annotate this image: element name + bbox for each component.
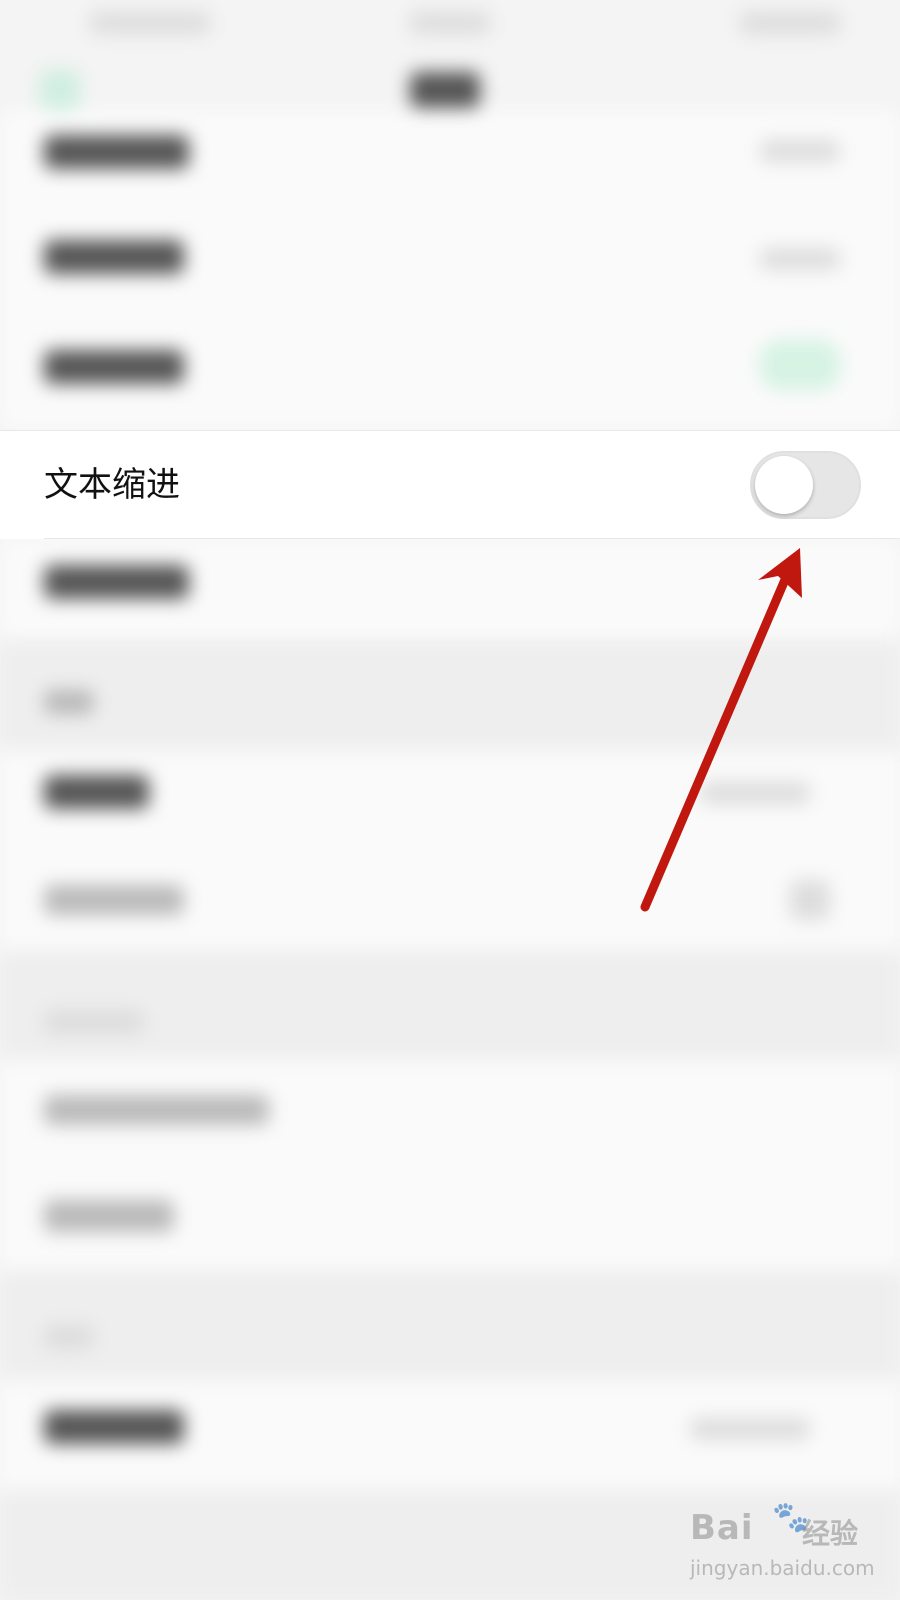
nav-title-blur (410, 72, 480, 108)
settings-card-blur (0, 1060, 900, 1270)
row-label-blur (44, 565, 189, 599)
toggle-blur (760, 340, 840, 390)
section-gap-blur (0, 640, 900, 750)
row-label-blur (44, 135, 189, 169)
row-label-blur (44, 885, 184, 915)
text-indent-label: 文本缩进 (44, 465, 180, 505)
row-label-blur (44, 350, 184, 384)
section-header-blur (44, 690, 94, 714)
text-indent-row[interactable]: 文本缩进 (0, 430, 900, 539)
section-header-blur (44, 1010, 144, 1034)
back-icon (40, 70, 80, 110)
row-label-blur (44, 1095, 269, 1125)
row-label-blur (44, 1410, 184, 1444)
row-value-blur (760, 140, 840, 162)
section-header-blur (44, 1325, 94, 1349)
text-indent-toggle[interactable] (750, 451, 861, 519)
row-value-blur (690, 1418, 810, 1440)
toggle-knob (755, 456, 813, 514)
row-label-blur (44, 1200, 174, 1232)
status-bar-blur (740, 12, 840, 34)
status-bar-blur (90, 12, 210, 34)
watermark-brand: Bai (690, 1508, 754, 1548)
baidu-watermark: Bai 🐾 经验 jingyan.baidu.com (690, 1500, 875, 1590)
row-label-blur (44, 240, 184, 274)
section-gap-blur (0, 1270, 900, 1380)
row-value-blur (760, 248, 840, 270)
row-value-blur (790, 880, 830, 920)
row-divider (44, 538, 900, 539)
section-gap-blur (0, 950, 900, 1060)
blurred-background (0, 0, 900, 1600)
status-bar-blur (410, 12, 490, 34)
watermark-jingyan: 经验 (802, 1517, 859, 1550)
row-label-blur (44, 775, 149, 809)
watermark-url: jingyan.baidu.com (690, 1556, 875, 1580)
row-value-blur (700, 782, 810, 804)
